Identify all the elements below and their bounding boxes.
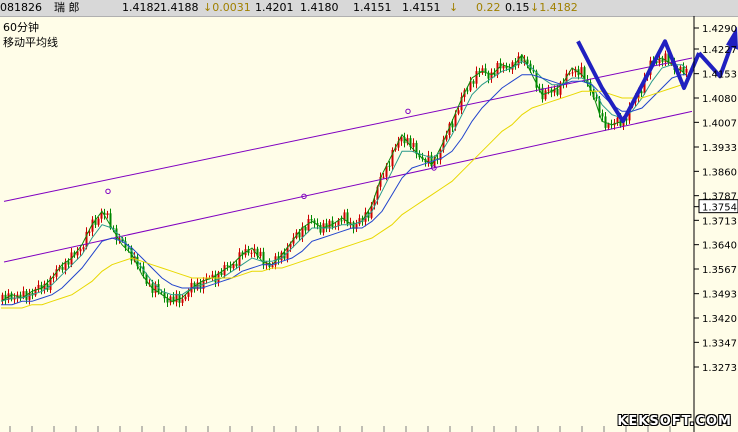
channel-anchor-point <box>105 188 111 195</box>
trend-channels <box>3 57 693 263</box>
candle-body <box>475 71 478 84</box>
candles <box>1 48 688 308</box>
y-tick-label: 1.3933 <box>702 143 737 154</box>
candle-body <box>97 218 100 225</box>
candle-body <box>601 113 604 117</box>
candle-body <box>298 232 301 238</box>
price-chart: 1.4290 1.4227 1.4153 1.4080 1.4007 1.3933 1.38… <box>0 16 738 432</box>
candle-body <box>82 247 85 250</box>
candle-body <box>502 65 505 69</box>
y-tick-label: 1.3640 <box>702 241 737 252</box>
candle-body <box>544 90 547 100</box>
candle-body <box>304 226 307 231</box>
candle-body <box>412 142 415 147</box>
y-tick-label: 1.4080 <box>702 94 737 105</box>
candle-body <box>220 272 223 276</box>
y-tick-label: 1.3754 <box>702 203 737 214</box>
candle-body <box>187 292 190 297</box>
candle-body <box>238 252 241 267</box>
candle-body <box>235 263 238 267</box>
candle-body <box>526 59 529 64</box>
candle-body <box>106 213 109 215</box>
candle-body <box>250 252 253 254</box>
candle-body <box>61 266 64 270</box>
moving-averages <box>0 53 687 309</box>
candle-body <box>457 110 460 114</box>
candle-body <box>571 72 574 74</box>
ma-line-2 <box>0 60 687 302</box>
candle-body <box>67 261 70 265</box>
candle-body <box>340 220 343 222</box>
candle-body <box>181 299 184 303</box>
candle-body <box>472 81 475 84</box>
y-tick-label: 1.3347 <box>702 338 737 349</box>
candle-body <box>184 296 187 300</box>
y-tick-label: 1.3493 <box>702 290 737 301</box>
candle-body <box>388 165 391 167</box>
candle-body <box>658 59 661 64</box>
candle-body <box>595 97 598 99</box>
candle-body <box>160 292 163 294</box>
candle-body <box>685 68 688 73</box>
candle-body <box>451 123 454 128</box>
y-tick-label: 1.4290 <box>702 24 737 35</box>
y-tick-label: 1.3567 <box>702 265 737 276</box>
y-tick-label: 1.4153 <box>702 70 737 81</box>
ma-line-4 <box>1 84 686 309</box>
candle-body <box>616 117 619 123</box>
candle-body <box>79 249 82 252</box>
candle-body <box>328 220 331 228</box>
y-tick-label: 1.3420 <box>702 314 737 325</box>
y-tick-label: 1.3860 <box>702 167 737 178</box>
candle-body <box>661 59 664 62</box>
y-tick-label: 1.3273 <box>702 363 737 374</box>
candle-body <box>466 90 469 92</box>
y-tick-label: 1.4227 <box>702 45 737 56</box>
candle-body <box>607 124 610 128</box>
candle-body <box>307 219 310 231</box>
channel-anchor-point <box>405 108 411 115</box>
candle-body <box>556 88 559 95</box>
upper-channel-line <box>3 57 693 202</box>
candle-body <box>37 284 40 289</box>
candle-body <box>262 251 265 265</box>
chart-grid <box>9 426 671 432</box>
chart-window: 081826 瑞 郎 1.4182 1.4188 ↓0.0031 1.4201 … <box>0 0 738 432</box>
candle-body <box>226 265 229 267</box>
price-axis: 1.4290 1.4227 1.4153 1.4080 1.4007 1.3933 1.38… <box>694 24 738 374</box>
watermark: KEKSOFT.COM <box>617 414 732 429</box>
candle-body <box>271 265 274 267</box>
y-tick-label: 1.3713 <box>702 216 737 227</box>
y-tick-label: 1.4007 <box>702 118 737 129</box>
candle-body <box>481 68 484 74</box>
candle-body <box>358 218 361 225</box>
candle-body <box>382 176 385 178</box>
candle-body <box>547 89 550 91</box>
candle-body <box>259 251 262 257</box>
candle-body <box>310 219 313 221</box>
